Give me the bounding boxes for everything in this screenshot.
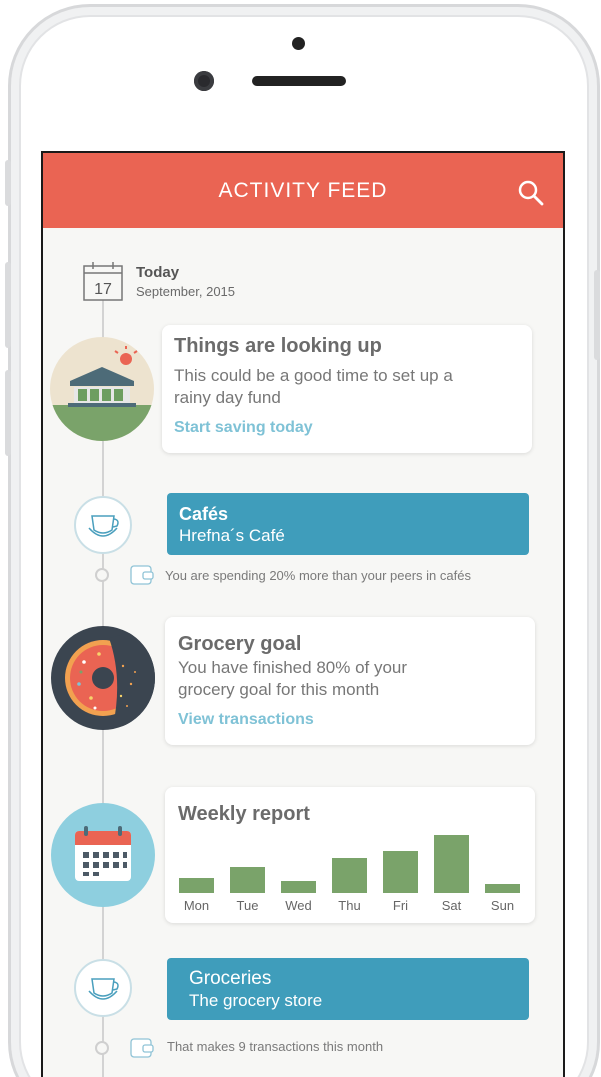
calendar-icon [75,826,131,881]
weekly-report-card: Weekly report Mon Tue Wed Thu Fri Sat Sun [165,787,535,923]
cafe-circle [74,496,132,554]
front-camera [194,71,214,91]
card-title: Things are looking up [174,335,382,357]
groceries-circle [74,959,132,1017]
transaction-item-cafes[interactable]: Cafés Hrefna´s Café [167,493,529,555]
calendar-day-number: 17 [94,281,112,298]
bar-fri [383,851,418,893]
card-text-line1: You have finished 80% of your [178,658,408,677]
insight-card-looking-up: Things are looking up This could be a go… [162,325,532,453]
day-label-mon: Mon [183,898,210,913]
view-transactions-link[interactable]: View transactions [178,711,314,729]
coffee-cup-icon [88,978,119,1000]
date-subtitle: September, 2015 [136,284,236,299]
coffee-cup-icon [88,515,119,537]
card-text-line1: This could be a good time to set up a [174,366,453,385]
mute-switch [5,160,11,206]
app-header: ACTIVITY FEED [43,153,563,228]
volume-up-button [5,262,11,348]
card-title: Grocery goal [178,633,302,655]
day-label-sun: Sun [490,898,515,913]
search-icon[interactable] [517,179,545,207]
transaction-item-groceries[interactable]: Groceries The grocery store [167,958,529,1020]
earpiece-speaker [252,76,346,86]
date-label: Today [136,264,180,281]
card-text-line2: rainy day fund [174,388,281,407]
donut-icon [65,626,155,730]
card-text-line2: grocery goal for this month [178,680,380,699]
power-button [594,270,600,360]
day-label-sat: Sat [441,898,462,913]
transaction-note: You are spending 20% more than your peer… [165,568,471,583]
bank-illustration [50,337,154,441]
day-label-tue: Tue [236,898,259,913]
front-sensor [292,37,305,50]
wallet-icon [130,1038,154,1058]
transaction-note: That makes 9 transactions this month [167,1039,384,1054]
app-screen: ACTIVITY FEED 17 Today September, 2015 T… [41,151,565,1077]
bar-sat [434,835,469,893]
day-label-thu: Thu [338,898,361,913]
transaction-merchant: The grocery store [189,991,323,1010]
start-saving-link[interactable]: Start saving today [174,419,313,437]
weekly-report-chart: Mon Tue Wed Thu Fri Sat Sun [165,787,535,923]
bar-tue [230,867,265,893]
timeline-node [95,1041,109,1055]
transaction-merchant: Hrefna´s Café [179,526,285,545]
donut-illustration [51,626,155,730]
calendar-icon: 17 [83,262,123,301]
bar-wed [281,881,316,893]
day-label-fri: Fri [392,898,409,913]
volume-down-button [5,370,11,456]
bar-thu [332,858,367,893]
transaction-category: Cafés [179,504,229,524]
timeline-node [95,568,109,582]
wallet-icon [130,565,154,585]
bank-icon [50,346,154,441]
bar-mon [179,878,214,893]
page-title: ACTIVITY FEED [218,178,388,202]
insight-card-grocery-goal: Grocery goal You have finished 80% of yo… [165,617,535,745]
bar-sun [485,884,520,893]
day-label-wed: Wed [285,898,312,913]
transaction-category: Groceries [189,968,272,989]
weekly-report-illustration [51,803,155,907]
